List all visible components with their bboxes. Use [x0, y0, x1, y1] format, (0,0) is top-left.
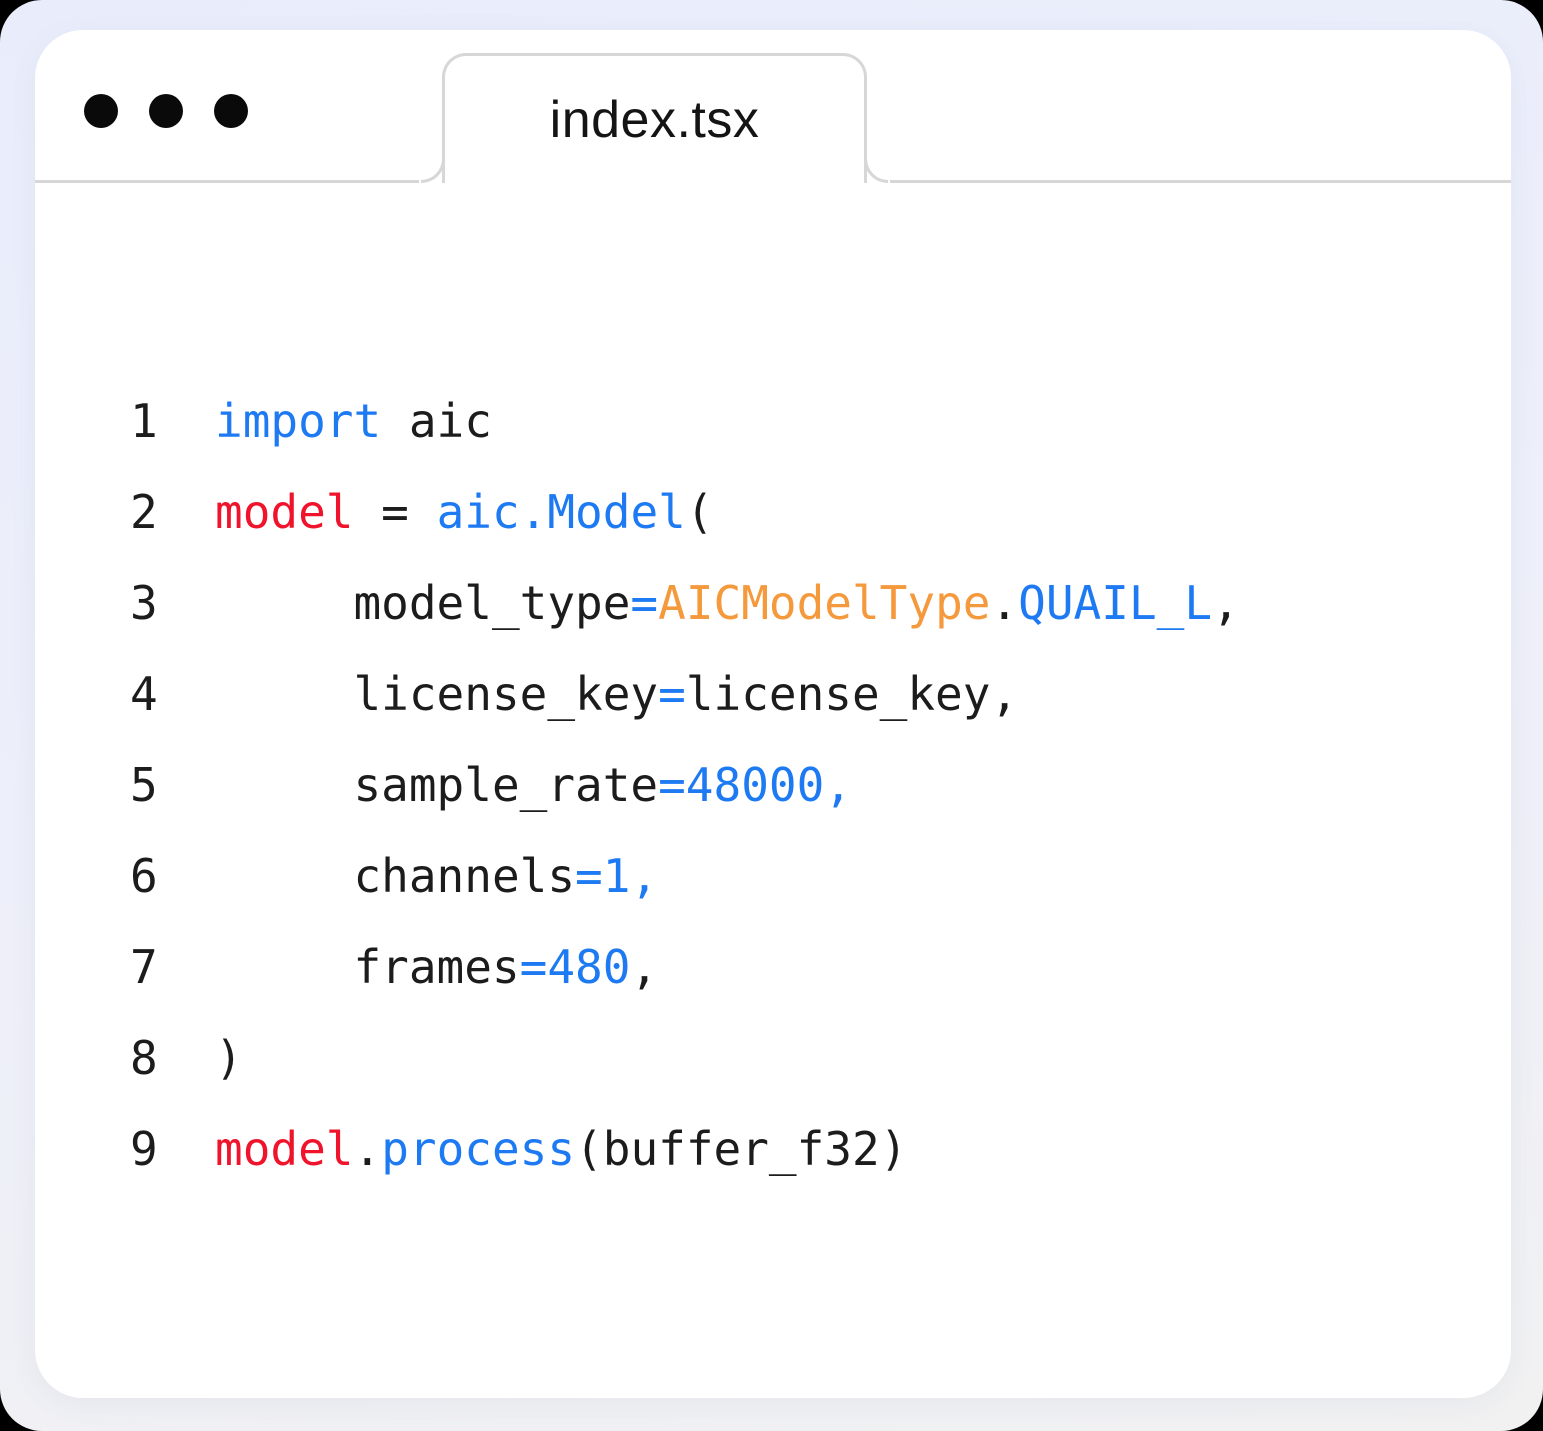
code-token: .	[353, 1122, 381, 1176]
line-number: 3	[130, 558, 215, 649]
code-line: 7 frames=480,	[130, 922, 1471, 1013]
app-window: index.tsx 1import aic2model = aic.Model(…	[35, 30, 1511, 1398]
code-token: =1,	[575, 849, 658, 903]
code-line: 4 license_key=license_key,	[130, 649, 1471, 740]
line-number: 6	[130, 831, 215, 922]
code-token: model	[215, 485, 353, 539]
code-token: =48000,	[658, 758, 852, 812]
code-editor: 1import aic2model = aic.Model(3 model_ty…	[35, 183, 1511, 1195]
code-line: 3 model_type=AICModelType.QUAIL_L,	[130, 558, 1471, 649]
code-token: frames	[215, 940, 520, 994]
code-token: model_type	[215, 576, 630, 630]
titlebar-divider-left	[35, 180, 419, 183]
line-number: 5	[130, 740, 215, 831]
code-line: 5 sample_rate=48000,	[130, 740, 1471, 831]
code-text: frames=480,	[215, 922, 658, 1013]
titlebar-divider-right	[890, 180, 1511, 183]
line-number: 4	[130, 649, 215, 740]
code-token: license_key,	[686, 667, 1018, 721]
code-lines: 1import aic2model = aic.Model(3 model_ty…	[130, 376, 1471, 1195]
code-line: 9model.process(buffer_f32)	[130, 1104, 1471, 1195]
code-token: (	[686, 485, 714, 539]
code-text: model.process(buffer_f32)	[215, 1104, 907, 1195]
code-token: process	[381, 1122, 575, 1176]
tab-index-tsx[interactable]: index.tsx	[442, 53, 867, 183]
code-line: 6 channels=1,	[130, 831, 1471, 922]
line-number: 7	[130, 922, 215, 1013]
code-line: 2model = aic.Model(	[130, 467, 1471, 558]
code-token: license_key	[215, 667, 658, 721]
code-token: .	[990, 576, 1018, 630]
code-token: =	[353, 485, 436, 539]
code-token: ,	[630, 940, 658, 994]
page-background: index.tsx 1import aic2model = aic.Model(…	[0, 0, 1543, 1431]
code-token: =	[658, 667, 686, 721]
titlebar: index.tsx	[35, 30, 1511, 183]
line-number: 8	[130, 1013, 215, 1104]
code-text: license_key=license_key,	[215, 649, 1018, 740]
line-number: 2	[130, 467, 215, 558]
code-token: )	[215, 1031, 243, 1085]
code-token: QUAIL_L	[1018, 576, 1212, 630]
code-token: model	[215, 1122, 353, 1176]
window-control-dot[interactable]	[84, 94, 118, 128]
tab-label: index.tsx	[550, 90, 760, 150]
window-control-dot[interactable]	[214, 94, 248, 128]
line-number: 9	[130, 1104, 215, 1195]
code-text: model = aic.Model(	[215, 467, 714, 558]
line-number: 1	[130, 376, 215, 467]
code-text: import aic	[215, 376, 492, 467]
code-text: )	[215, 1013, 243, 1104]
code-text: model_type=AICModelType.QUAIL_L,	[215, 558, 1240, 649]
code-token: aic.Model	[437, 485, 686, 539]
code-line: 1import aic	[130, 376, 1471, 467]
code-token: =	[630, 576, 658, 630]
code-token: channels	[215, 849, 575, 903]
code-token: sample_rate	[215, 758, 658, 812]
code-token: (buffer_f32)	[575, 1122, 907, 1176]
code-token: import	[215, 394, 381, 448]
code-text: channels=1,	[215, 831, 658, 922]
window-control-dot[interactable]	[149, 94, 183, 128]
code-token: AICModelType	[658, 576, 990, 630]
code-line: 8)	[130, 1013, 1471, 1104]
window-controls	[84, 94, 248, 128]
code-token: ,	[1212, 576, 1240, 630]
code-token: aic	[381, 394, 492, 448]
code-text: sample_rate=48000,	[215, 740, 852, 831]
code-token: =480	[520, 940, 631, 994]
